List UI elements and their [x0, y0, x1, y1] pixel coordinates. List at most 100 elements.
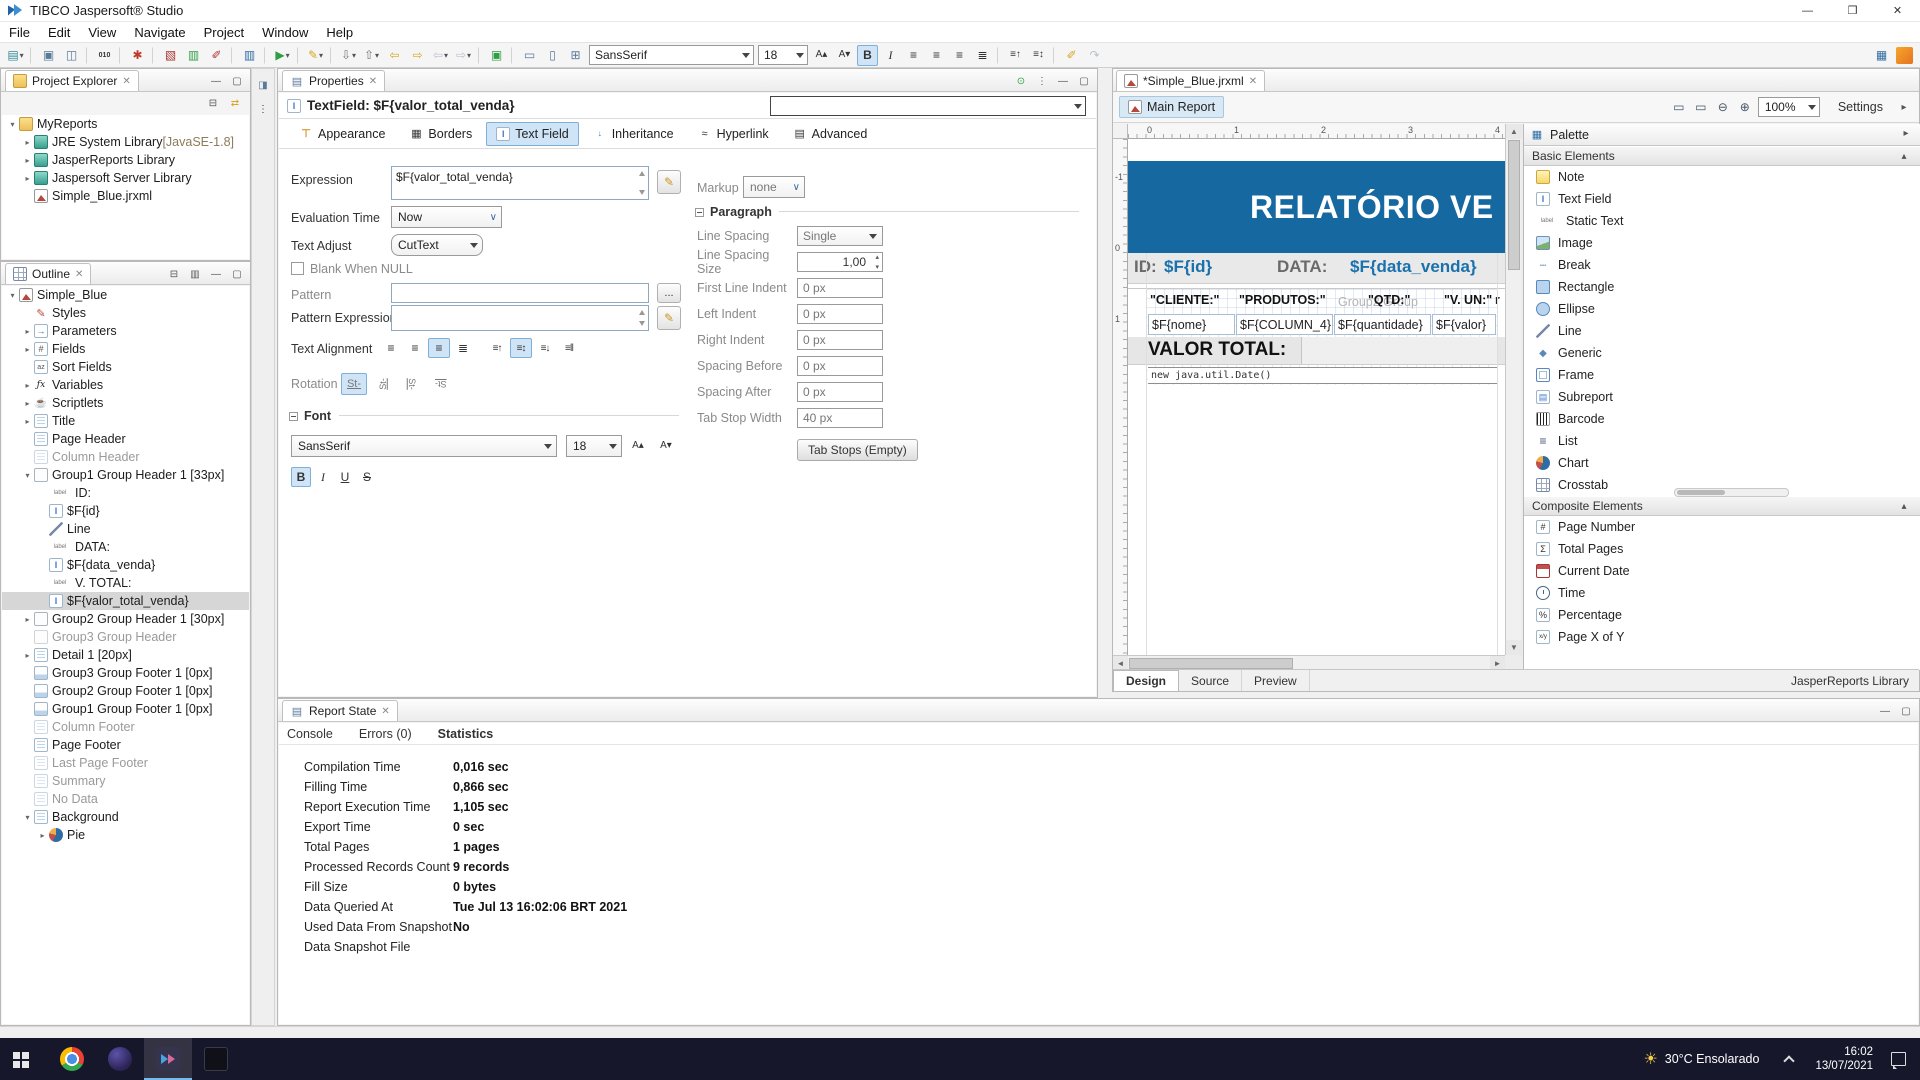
- minimize-view-button[interactable]: —: [207, 73, 225, 89]
- tree-item[interactable]: $F{id}: [2, 502, 249, 520]
- rotation-button[interactable]: St-: [341, 373, 367, 395]
- paragraph-section-header[interactable]: Paragraph: [695, 205, 772, 219]
- tree-item[interactable]: Summary: [2, 772, 249, 790]
- palette-item[interactable]: Percentage: [1524, 604, 1920, 626]
- palette-item[interactable]: List: [1524, 430, 1920, 452]
- markup-select[interactable]: none ∨: [743, 176, 805, 198]
- tree-item[interactable]: ▸ JRE System Library [JavaSE-1.8]: [2, 133, 249, 151]
- menu-item[interactable]: Navigate: [125, 23, 194, 42]
- back-history-button[interactable]: ⇦: [430, 45, 451, 66]
- close-icon[interactable]: [75, 269, 83, 280]
- property-search-input[interactable]: [774, 98, 1070, 114]
- minimize-view-button[interactable]: —: [207, 266, 225, 282]
- taskbar-app[interactable]: [144, 1038, 192, 1080]
- close-icon[interactable]: [122, 76, 130, 87]
- font-decrease-button[interactable]: A▾: [655, 435, 677, 455]
- tree-item[interactable]: Line: [2, 520, 249, 538]
- font-style-button[interactable]: B: [291, 467, 311, 487]
- link-with-editor-button[interactable]: ⇄: [226, 95, 244, 111]
- tab-stops-button[interactable]: Tab Stops (Empty): [797, 439, 918, 461]
- valign-bottom-button[interactable]: [534, 338, 556, 358]
- back-button[interactable]: ⇦: [384, 45, 405, 66]
- paragraph-input[interactable]: 0 px: [797, 382, 883, 402]
- image-wizard-button[interactable]: ▧: [160, 45, 181, 66]
- element-size-button[interactable]: ▯: [542, 45, 563, 66]
- tree-item[interactable]: Group1 Group Footer 1 [0px]: [2, 700, 249, 718]
- collapse-section-icon[interactable]: ▴: [1895, 148, 1913, 164]
- tree-item[interactable]: Sort Fields: [2, 358, 249, 376]
- separator-button[interactable]: [478, 46, 482, 64]
- tree-item[interactable]: ▸ Title: [2, 412, 249, 430]
- expand-arrow-icon[interactable]: ▸: [36, 831, 49, 840]
- tree-item[interactable]: Simple_Blue.jrxml: [2, 187, 249, 205]
- paragraph-input[interactable]: 1,00: [797, 252, 883, 272]
- tree-item[interactable]: Group3 Group Header: [2, 628, 249, 646]
- column-header-static-text[interactable]: "CLIENTE:": [1150, 293, 1220, 307]
- new-report-wizard-button[interactable]: ▤: [5, 45, 26, 66]
- palette-scrollbar[interactable]: [1674, 488, 1789, 497]
- expand-arrow-icon[interactable]: ▾: [6, 120, 19, 129]
- save-all-button[interactable]: ◫: [61, 45, 82, 66]
- forward-button[interactable]: ⇨: [407, 45, 428, 66]
- detail-field[interactable]: $F{nome}: [1148, 314, 1235, 335]
- expand-arrow-icon[interactable]: ▸: [21, 174, 34, 183]
- group1-header-band[interactable]: ID: $F{id} DATA: $F{data_venda}: [1128, 253, 1505, 284]
- halign-center-button[interactable]: ≡: [404, 338, 426, 358]
- separator-button[interactable]: [511, 46, 515, 64]
- property-search-box[interactable]: [770, 96, 1086, 116]
- scroll-down-icon[interactable]: ▼: [1506, 640, 1522, 655]
- palette-item[interactable]: Generic: [1524, 342, 1920, 364]
- title-band[interactable]: RELATÓRIO VE: [1128, 161, 1505, 253]
- report-state-tab[interactable]: Errors (0): [359, 727, 412, 741]
- view-menu-button[interactable]: ⋮: [1033, 73, 1051, 89]
- font-decrease-button[interactable]: A▾: [834, 45, 855, 66]
- halign-left-button[interactable]: ≡: [380, 338, 402, 358]
- font-style-button[interactable]: U: [335, 467, 355, 487]
- tree-item[interactable]: Column Footer: [2, 718, 249, 736]
- properties-tab[interactable]: Borders: [399, 122, 482, 146]
- menu-item[interactable]: Edit: [39, 23, 79, 42]
- evaluation-time-select[interactable]: Now ∨: [391, 206, 502, 228]
- valign-justify-button[interactable]: [558, 338, 580, 358]
- expand-arrow-icon[interactable]: ▸: [21, 327, 34, 336]
- close-button[interactable]: ✕: [1875, 0, 1920, 21]
- tree-item[interactable]: Column Header: [2, 448, 249, 466]
- menu-item[interactable]: File: [0, 23, 39, 42]
- tree-item[interactable]: ▾ Background: [2, 808, 249, 826]
- editor-option-a-button[interactable]: ▭: [1670, 99, 1688, 115]
- run-report-button[interactable]: ▶: [272, 45, 293, 66]
- tree-item[interactable]: ▸ Pie: [2, 826, 249, 844]
- editor-mode-tab[interactable]: Preview: [1242, 670, 1310, 691]
- restore-button[interactable]: ❒: [1830, 0, 1875, 21]
- view-menu-button[interactable]: ⋮: [254, 101, 272, 117]
- align-center-button[interactable]: ≡: [926, 45, 947, 66]
- minimize-view-button[interactable]: —: [1054, 73, 1072, 89]
- pattern-browse-button[interactable]: ...: [657, 283, 681, 303]
- element-position-button[interactable]: ⊞: [565, 45, 586, 66]
- tab-outline[interactable]: Outline: [5, 263, 92, 284]
- paragraph-input[interactable]: Single: [797, 226, 883, 246]
- font-style-button[interactable]: I: [313, 467, 333, 487]
- binary-content-button[interactable]: 010: [94, 45, 115, 66]
- palette-item[interactable]: Text Field: [1524, 188, 1920, 210]
- font-family-select[interactable]: SansSerif: [589, 45, 754, 65]
- column-header-static-text[interactable]: "V. UN:": [1444, 293, 1492, 307]
- expand-arrow-icon[interactable]: ▾: [6, 291, 19, 300]
- pattern-expression-edit-button[interactable]: [657, 306, 681, 330]
- collapse-icon[interactable]: [289, 411, 298, 421]
- halign-justify-button[interactable]: ≣: [452, 338, 474, 358]
- forward-history-button[interactable]: ⇨: [453, 45, 474, 66]
- taskbar-app[interactable]: [192, 1038, 240, 1080]
- expand-arrow-icon[interactable]: ▸: [21, 399, 34, 408]
- paragraph-input[interactable]: 0 px: [797, 278, 883, 298]
- settings-button[interactable]: Settings: [1838, 100, 1883, 114]
- tab-project-explorer[interactable]: Project Explorer: [5, 70, 139, 91]
- paragraph-input[interactable]: 0 px: [797, 356, 883, 376]
- palette-item[interactable]: Frame: [1524, 364, 1920, 386]
- breadcrumb[interactable]: Main Report: [1119, 96, 1225, 118]
- weather-text[interactable]: 30°C Ensolarado: [1665, 1052, 1760, 1066]
- tree-item[interactable]: ▸ Variables: [2, 376, 249, 394]
- dataset-edit-button[interactable]: ▥: [239, 45, 260, 66]
- spacing-set-button[interactable]: ≡↕: [1028, 45, 1049, 66]
- expand-arrow-icon[interactable]: ▸: [21, 651, 34, 660]
